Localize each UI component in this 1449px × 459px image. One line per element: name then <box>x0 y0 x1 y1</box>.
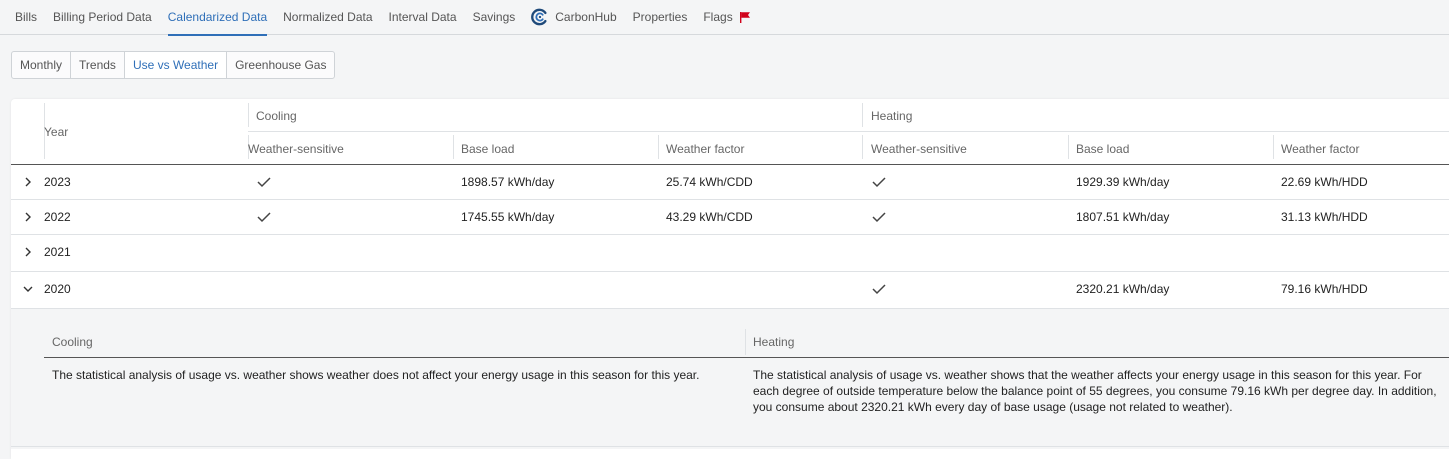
tab-flags[interactable]: Flags <box>695 0 758 35</box>
detail-cooling-header: Cooling <box>52 335 93 349</box>
header-divider <box>862 135 863 159</box>
col-header-cooling-weather-factor: Weather factor <box>666 142 745 156</box>
detail-divider <box>745 329 746 355</box>
row-year: 2020 <box>44 282 71 296</box>
row-year: 2022 <box>44 210 71 224</box>
chevron-right-icon[interactable] <box>23 247 33 257</box>
header-divider <box>453 135 454 159</box>
tab-billing-period-data[interactable]: Billing Period Data <box>45 0 160 35</box>
chevron-right-icon[interactable] <box>23 212 33 222</box>
group-header-heating: Heating <box>871 109 913 123</box>
carbonhub-logo-icon <box>531 8 547 26</box>
chevron-right-icon[interactable] <box>23 177 33 187</box>
flag-icon <box>739 12 750 23</box>
detail-heating-header: Heating <box>753 335 795 349</box>
checkmark-icon <box>257 177 271 188</box>
row-divider <box>11 234 1449 235</box>
heating-weather-factor-value: 31.13 kWh/HDD <box>1281 210 1368 224</box>
cooling-base-load-value: 1898.57 kWh/day <box>461 175 555 189</box>
detail-bottom-border <box>11 446 1449 447</box>
header-divider <box>658 135 659 159</box>
row-year: 2021 <box>44 245 71 259</box>
col-header-cooling-base-load: Base load <box>461 142 515 156</box>
tab-carbonhub[interactable]: CarbonHub <box>523 0 624 35</box>
checkmark-icon <box>872 212 886 223</box>
detail-cooling-text: The statistical analysis of usage vs. we… <box>52 368 700 382</box>
checkmark-icon <box>872 177 886 188</box>
top-tab-bar: Bills Billing Period Data Calendarized D… <box>0 0 1449 36</box>
heating-base-load-value: 2320.21 kWh/day <box>1076 282 1170 296</box>
detail-heating-text: The statistical analysis of usage vs. we… <box>753 368 1437 414</box>
col-header-year: Year <box>44 125 69 139</box>
header-divider <box>862 103 863 127</box>
cooling-weather-factor-value: 25.74 kWh/CDD <box>666 175 753 189</box>
detail-header-border <box>44 357 1449 358</box>
view-segmented-control: Monthly Trends Use vs Weather Greenhouse… <box>11 51 336 79</box>
header-divider <box>1068 135 1069 159</box>
row-divider <box>11 271 1449 272</box>
heating-base-load-value: 1807.51 kWh/day <box>1076 210 1170 224</box>
tab-savings[interactable]: Savings <box>465 0 524 35</box>
header-divider <box>248 131 1449 132</box>
col-header-cooling-weather-sensitive: Weather-sensitive <box>248 142 344 156</box>
tab-properties[interactable]: Properties <box>625 0 696 35</box>
chevron-down-icon[interactable] <box>23 284 33 294</box>
tab-bills[interactable]: Bills <box>0 0 45 35</box>
checkmark-icon <box>872 284 886 295</box>
expanded-row-detail: Cooling Heating The statistical analysis… <box>11 309 1449 449</box>
subtab-greenhouse-gas[interactable]: Greenhouse Gas <box>227 52 334 78</box>
header-divider <box>1273 135 1274 159</box>
heating-weather-factor-value: 22.69 kWh/HDD <box>1281 175 1368 189</box>
cooling-base-load-value: 1745.55 kWh/day <box>461 210 555 224</box>
tab-interval-data[interactable]: Interval Data <box>381 0 465 35</box>
row-divider <box>11 199 1449 200</box>
checkmark-icon <box>257 212 271 223</box>
tab-normalized-data[interactable]: Normalized Data <box>275 0 380 35</box>
header-bottom-border <box>11 164 1449 165</box>
heating-base-load-value: 1929.39 kWh/day <box>1076 175 1170 189</box>
row-year: 2023 <box>44 175 71 189</box>
tab-calendarized-data[interactable]: Calendarized Data <box>160 0 275 36</box>
heating-weather-factor-value: 79.16 kWh/HDD <box>1281 282 1368 296</box>
use-vs-weather-table: Year Cooling Heating Weather-sensitive B… <box>11 99 1449 459</box>
subtab-trends[interactable]: Trends <box>71 52 125 78</box>
subtab-monthly[interactable]: Monthly <box>12 52 72 78</box>
col-header-heating-weather-factor: Weather factor <box>1281 142 1360 156</box>
header-divider <box>248 103 249 127</box>
subtab-use-vs-weather[interactable]: Use vs Weather <box>124 52 228 78</box>
group-header-cooling: Cooling <box>256 109 297 123</box>
col-header-heating-base-load: Base load <box>1076 142 1130 156</box>
cooling-weather-factor-value: 43.29 kWh/CDD <box>666 210 753 224</box>
col-header-heating-weather-sensitive: Weather-sensitive <box>871 142 967 156</box>
